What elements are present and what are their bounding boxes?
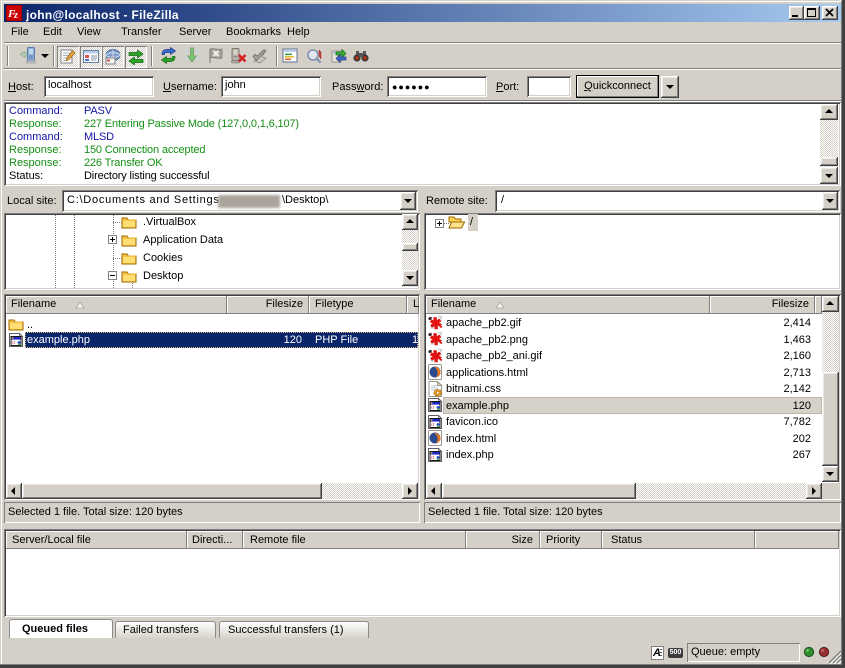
svg-text:z: z bbox=[13, 10, 18, 21]
